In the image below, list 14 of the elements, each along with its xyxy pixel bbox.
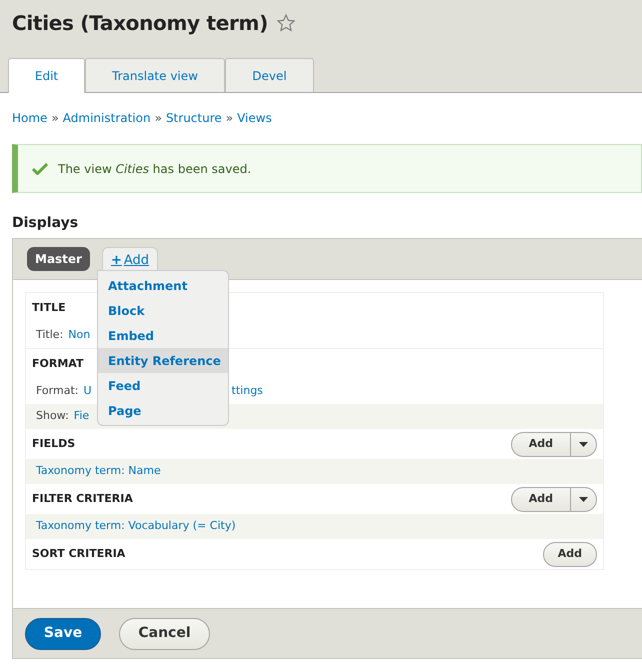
section-heading: FORMAT [32,356,84,372]
section-heading: FILTER CRITERIA [32,490,133,507]
message-text: The view Cities has been saved. [58,160,252,178]
section-heading: FIELDS [32,436,76,452]
breadcrumb-separator: » [226,110,234,127]
displays-heading: Displays [11,214,80,233]
breadcrumb-separator: » [51,110,59,127]
breadcrumb-separator: » [154,110,162,127]
section-heading: SORT CRITERIA [32,546,126,562]
field-label: Format: [36,383,78,400]
field-label: Show: [36,408,69,424]
page-title: Cities (Taxonomy term) [12,10,268,37]
section-heading: TITLE [32,300,66,316]
field-label: Title: [36,327,64,344]
